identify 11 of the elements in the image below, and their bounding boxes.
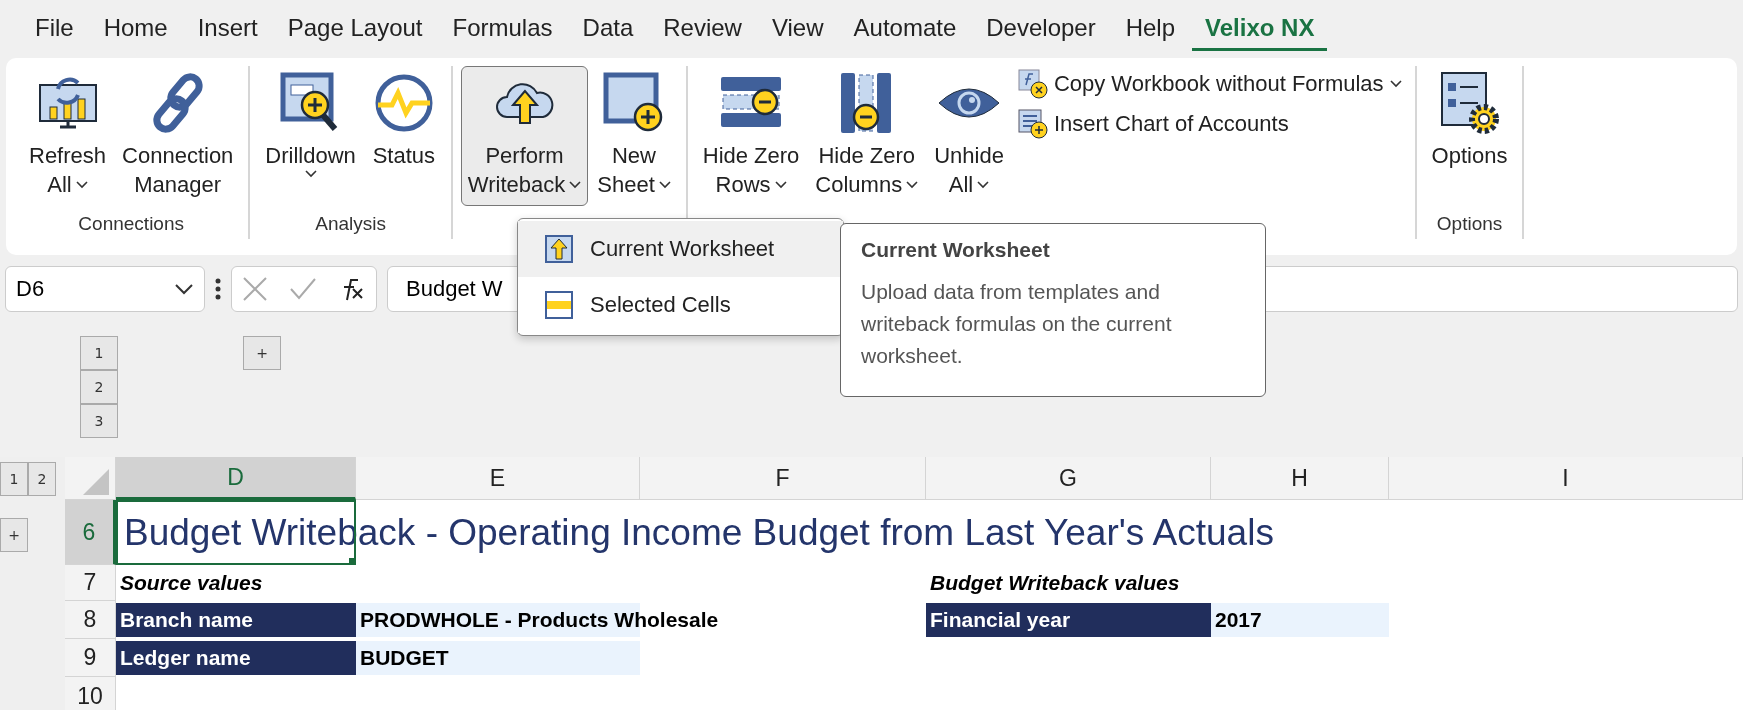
tooltip-title: Current Worksheet (861, 238, 1051, 262)
tooltip-text: Upload data from templates and writeback formulas on the current worksheet. (861, 279, 1173, 369)
field-label: Financial year (926, 603, 1211, 637)
group-label: Analysis (315, 212, 386, 236)
section-heading: Source values (119, 570, 264, 596)
field-label: Branch name (116, 603, 356, 637)
field-label: Ledger name (116, 641, 356, 675)
field-value: 2017 (1211, 603, 1389, 637)
section-heading: Budget Writeback values (929, 570, 1181, 596)
group-label: Options (1436, 212, 1503, 236)
group-label: Connections (78, 212, 184, 236)
